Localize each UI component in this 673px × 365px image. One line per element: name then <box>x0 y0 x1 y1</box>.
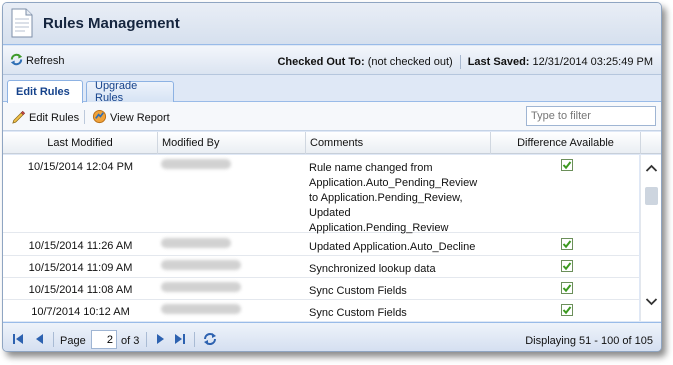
tab-edit-rules[interactable]: Edit Rules <box>7 80 83 103</box>
toolbar: Edit Rules View Report <box>3 102 661 131</box>
difference-check-icon <box>561 234 575 250</box>
page-count-label: of 3 <box>121 335 140 347</box>
rules-grid: 10/15/2014 12:04 PM Rule name changed fr… <box>3 155 639 321</box>
refresh-label: Refresh <box>26 55 65 67</box>
report-icon <box>92 109 110 127</box>
comment-cell: Sync Custom Fields <box>309 285 407 297</box>
next-page-icon[interactable] <box>153 332 167 346</box>
chevron-up-icon[interactable] <box>644 161 659 176</box>
difference-check-icon <box>561 278 575 294</box>
divider <box>194 332 195 347</box>
document-icon <box>11 8 33 38</box>
title-bar: Rules Management <box>3 3 661 45</box>
checked-out-label: Checked Out To: <box>277 56 365 68</box>
last-modified-cell: 10/15/2014 11:09 AM <box>28 262 133 274</box>
modified-by-cell <box>161 234 301 251</box>
refresh-icon[interactable] <box>202 331 218 347</box>
view-report-button[interactable]: View Report <box>92 109 170 127</box>
checkout-status: Checked Out To: (not checked out) Last S… <box>277 55 653 69</box>
column-header-comments[interactable]: Comments <box>306 132 491 154</box>
modified-by-cell <box>161 155 301 172</box>
scrollbar-thumb[interactable] <box>645 187 658 205</box>
paging-display-text: Displaying 51 - 100 of 105 <box>525 335 653 347</box>
table-row[interactable]: 10/15/2014 11:09 AM Synchronized lookup … <box>3 256 639 278</box>
toolbar-divider <box>84 110 85 124</box>
vertical-scrollbar[interactable] <box>640 155 661 321</box>
column-label: Modified By <box>162 137 220 149</box>
filter-input[interactable] <box>526 106 656 126</box>
checked-out-value: (not checked out) <box>367 56 453 68</box>
tab-strip: Edit Rules Upgrade Rules <box>3 76 661 104</box>
comment-cell: Sync Custom Fields <box>309 307 407 319</box>
table-row[interactable]: 10/7/2014 10:12 AM Sync Custom Fields <box>3 300 639 321</box>
last-modified-cell: 10/15/2014 11:26 AM <box>28 240 133 252</box>
refresh-button[interactable]: Refresh <box>9 53 65 69</box>
last-modified-cell: 10/7/2014 10:12 AM <box>31 306 130 318</box>
page-label: Page <box>60 335 86 347</box>
column-header-modified-by[interactable]: Modified By <box>158 132 306 154</box>
column-label: Comments <box>310 137 364 149</box>
chevron-down-icon[interactable] <box>644 294 659 309</box>
column-label: Difference Available <box>517 137 614 149</box>
last-modified-cell: 10/15/2014 12:04 PM <box>27 161 134 173</box>
column-header-difference-available[interactable]: Difference Available <box>491 132 641 154</box>
divider <box>146 332 147 347</box>
page-number-input[interactable] <box>91 330 117 349</box>
table-row[interactable]: 10/15/2014 11:08 AM Sync Custom Fields <box>3 278 639 300</box>
table-row[interactable]: 10/15/2014 11:26 AM Updated Application.… <box>3 234 639 256</box>
last-saved-label: Last Saved: <box>467 56 530 68</box>
column-label: Last Modified <box>47 137 113 149</box>
paging-toolbar: Page of 3 Displaying 51 - 100 of 105 <box>3 322 661 351</box>
pencil-icon <box>11 109 29 127</box>
divider <box>53 332 54 347</box>
column-header-last-modified[interactable]: Last Modified <box>3 132 158 154</box>
previous-page-icon[interactable] <box>33 332 47 346</box>
last-page-icon[interactable] <box>173 332 187 346</box>
difference-check-icon <box>561 300 575 316</box>
last-saved-value: 12/31/2014 03:25:49 PM <box>532 56 653 68</box>
last-modified-cell: 10/15/2014 11:08 AM <box>28 284 133 296</box>
table-row[interactable]: 10/15/2014 12:04 PM Rule name changed fr… <box>3 155 639 234</box>
page-title: Rules Management <box>43 15 180 32</box>
difference-check-icon <box>561 155 575 171</box>
modified-by-cell <box>161 278 301 295</box>
comment-cell: Synchronized lookup data <box>309 263 436 275</box>
comment-cell: Rule name changed from Application.Auto_… <box>309 162 478 234</box>
first-page-icon[interactable] <box>11 332 25 346</box>
rules-management-window: Rules Management Refresh Checked Out To:… <box>2 2 662 352</box>
modified-by-cell <box>161 300 301 317</box>
view-report-label: View Report <box>110 112 170 124</box>
comment-cell: Updated Application.Auto_Decline <box>309 241 476 253</box>
divider <box>459 55 461 69</box>
tab-upgrade-rules[interactable]: Upgrade Rules <box>86 80 174 104</box>
modified-by-cell <box>161 256 301 273</box>
refresh-icon <box>9 52 26 70</box>
grid-header: Last Modified Modified By Comments Diffe… <box>3 132 661 154</box>
edit-rules-label: Edit Rules <box>29 112 80 124</box>
edit-rules-button[interactable]: Edit Rules <box>11 109 79 127</box>
difference-check-icon <box>561 256 575 272</box>
info-bar: Refresh Checked Out To: (not checked out… <box>3 46 661 75</box>
